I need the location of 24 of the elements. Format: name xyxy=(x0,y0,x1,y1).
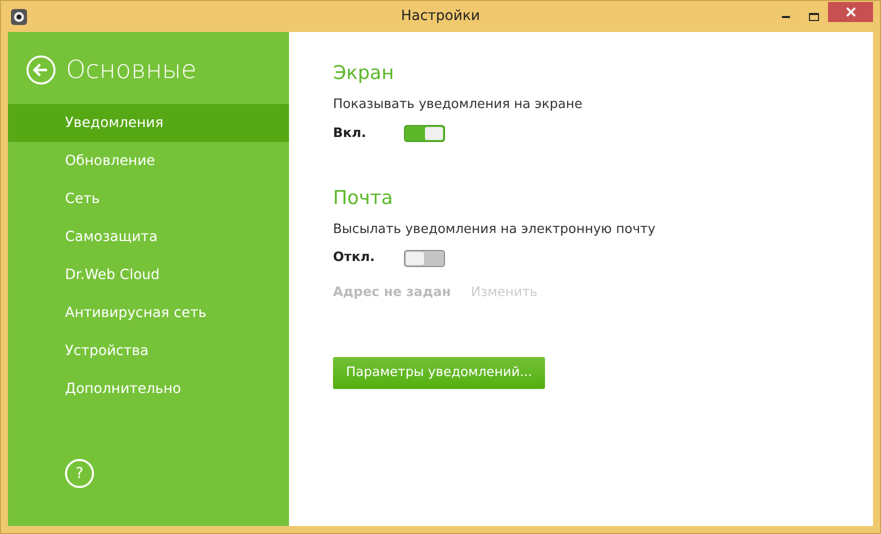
sidebar-item[interactable]: Уведомления xyxy=(8,104,289,142)
toggle-switch[interactable] xyxy=(404,125,445,142)
sidebar-item[interactable]: Сеть xyxy=(8,180,289,218)
section-title: Экран xyxy=(333,61,395,86)
sidebar-item[interactable]: Антивирусная сеть xyxy=(8,294,289,332)
section-description: Высылать уведомления на электронную почту xyxy=(333,220,656,238)
sidebar-item[interactable]: Обновление xyxy=(8,142,289,180)
section-title: Почта xyxy=(333,186,394,210)
sidebar-item[interactable]: Самозащита xyxy=(8,218,289,256)
notification-settings-button[interactable]: Параметры уведомлений... xyxy=(333,356,546,388)
sidebar-title: Основные xyxy=(66,54,197,86)
toggle-state-label: Откл. xyxy=(333,249,376,268)
app-icon xyxy=(11,8,27,24)
close-button[interactable] xyxy=(828,2,873,22)
toggle-switch[interactable] xyxy=(404,250,445,266)
sidebar-item[interactable]: Устройства xyxy=(8,332,289,370)
toggle-state-label: Вкл. xyxy=(333,124,368,143)
window-title: Настройки xyxy=(400,7,480,26)
address-text: Адрес не задан xyxy=(333,284,451,302)
sidebar-item[interactable]: Dr.Web Cloud xyxy=(8,256,289,294)
section-description: Показывать уведомления на экране xyxy=(333,96,584,114)
sidebar-item[interactable]: Дополнительно xyxy=(8,370,289,408)
help-button[interactable]: ? xyxy=(65,459,94,488)
close-icon xyxy=(846,6,856,16)
